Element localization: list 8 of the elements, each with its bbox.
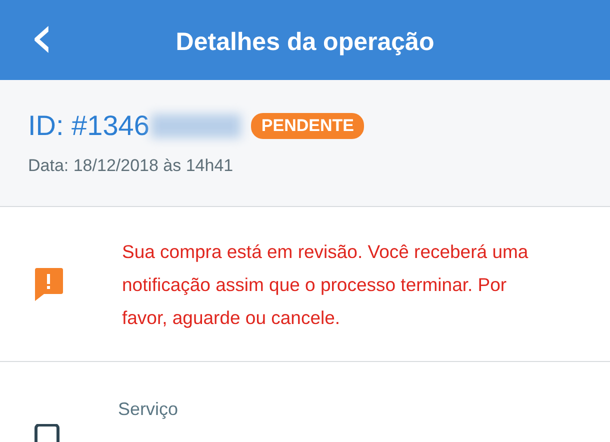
status-badge: PENDENTE [251,113,364,139]
service-label: Serviço [118,399,178,419]
alert-message-icon [32,267,64,301]
back-button[interactable]: ‹ [22,14,62,60]
review-message: Sua compra está em revisão. Você receberá uma notificação assim que o processo terminar. Por favor, aguarde ou cancele. [122,240,530,330]
operation-id: ID: #1346 [28,110,150,142]
screen-title: Detalhes da operação [176,26,434,56]
operation-date: Data: 18/12/2018 às 14h41 [28,156,234,176]
